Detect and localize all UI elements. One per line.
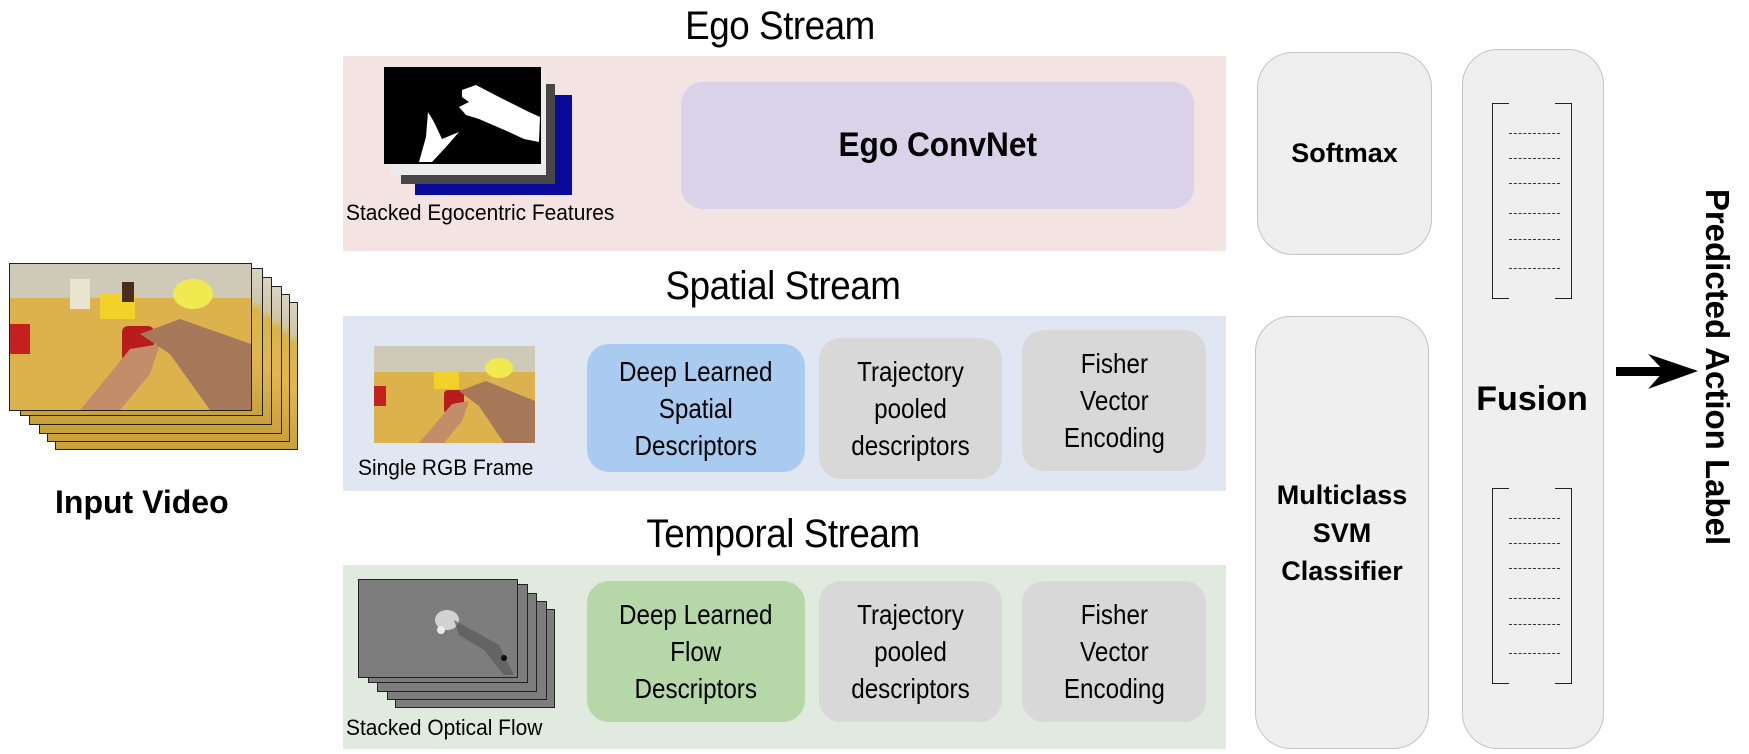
block-line: Deep Learned: [619, 599, 773, 630]
softmax-block: Softmax: [1257, 52, 1432, 255]
block-line: descriptors: [851, 430, 970, 461]
spatial-input-caption: Single RGB Frame: [358, 455, 534, 480]
video-frame-front: [9, 263, 252, 411]
vector-entry: [1509, 518, 1560, 519]
block-line: Flow: [670, 636, 722, 667]
input-video-label: Input Video: [55, 484, 229, 520]
spatial-deep-descriptors-block: Deep Learned Spatial Descriptors: [587, 344, 805, 472]
egocentric-scene-image: [10, 264, 251, 410]
ego-convnet-label: Ego ConvNet: [838, 126, 1037, 164]
temporal-deep-descriptors-block: Deep Learned Flow Descriptors: [587, 581, 805, 722]
block-line: pooled: [874, 393, 947, 424]
svm-label-line: Multiclass: [1276, 479, 1408, 510]
block-line: Encoding: [1063, 673, 1165, 704]
block-line: Descriptors: [634, 673, 758, 704]
block-line: Fisher: [1080, 348, 1148, 379]
vector-entry: [1509, 213, 1560, 214]
score-vector-top: [1492, 103, 1572, 299]
ego-input-caption: Stacked Egocentric Features: [346, 200, 615, 225]
vector-entry: [1509, 624, 1560, 625]
svm-label-line: Classifier: [1281, 555, 1403, 586]
hand-mask-frame: [384, 67, 541, 164]
vector-entry: [1509, 543, 1560, 544]
block-line: Trajectory: [857, 599, 964, 630]
fusion-label: Fusion: [1476, 380, 1588, 418]
vector-entry: [1509, 268, 1560, 269]
predicted-action-label: Predicted Action Label: [1699, 188, 1736, 546]
block-line: Spatial: [658, 392, 734, 424]
spatial-stream-title: Spatial Stream: [665, 264, 901, 308]
score-vector-bottom: [1492, 488, 1572, 684]
block-line: Encoding: [1063, 422, 1165, 453]
block-line: Fisher: [1080, 599, 1148, 630]
svm-classifier-block: Multiclass SVM Classifier: [1255, 316, 1429, 749]
ego-convnet-block: Ego ConvNet: [681, 82, 1194, 209]
block-line: Descriptors: [634, 429, 758, 461]
block-line: Trajectory: [857, 356, 964, 387]
vector-entry: [1509, 158, 1560, 159]
block-line: descriptors: [851, 673, 970, 704]
vector-entry: [1509, 598, 1560, 599]
vector-entry: [1509, 653, 1560, 654]
spatial-fisher-vector-block: Fisher Vector Encoding: [1022, 330, 1206, 471]
vector-entry: [1509, 133, 1560, 134]
flow-frame-front: [358, 579, 518, 678]
block-line: pooled: [874, 636, 947, 667]
temporal-trajectory-pooling-block: Trajectory pooled descriptors: [819, 581, 1002, 722]
temporal-fisher-vector-block: Fisher Vector Encoding: [1022, 581, 1206, 722]
block-line: Vector: [1079, 385, 1149, 416]
vector-entry: [1509, 568, 1560, 569]
ego-stream-title: Ego Stream: [685, 4, 875, 48]
block-line: Deep Learned: [619, 355, 773, 387]
temporal-stream-title: Temporal Stream: [646, 512, 920, 556]
softmax-label: Softmax: [1291, 138, 1398, 168]
temporal-input-caption: Stacked Optical Flow: [346, 715, 543, 740]
vector-entry: [1509, 239, 1560, 240]
arrow-right-icon: [1616, 354, 1698, 389]
single-rgb-frame-image: [374, 346, 535, 443]
svm-label-line: SVM: [1312, 517, 1372, 548]
vector-entry: [1509, 183, 1560, 184]
spatial-trajectory-pooling-block: Trajectory pooled descriptors: [819, 338, 1002, 479]
block-line: Vector: [1079, 636, 1149, 667]
